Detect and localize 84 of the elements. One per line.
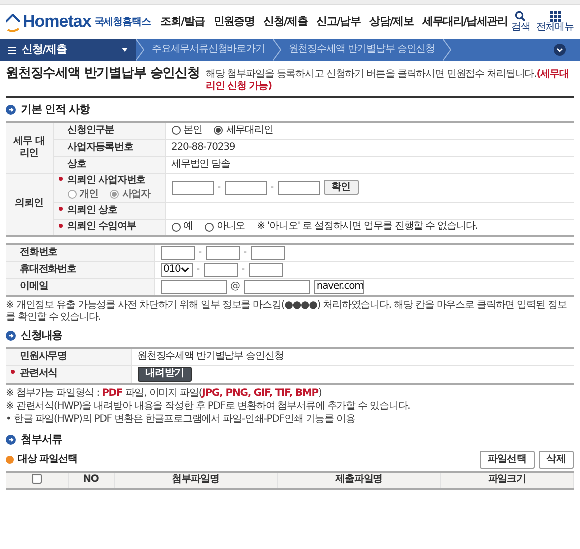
delete-button[interactable]: 삭제 [538, 450, 574, 468]
page-description: 해당 첨부파일을 등록하시고 신청하기 버튼을 클릭하시면 민원접수 처리됩니다.(세무대리인 신청 가능) [206, 69, 570, 93]
separator-text: - [244, 247, 247, 259]
section-title: 기본 인적 사항 [21, 104, 90, 116]
info-note: ※ 관련서식(HWP)을 내려받아 내용을 작성한 후 PDF로 변환하여 첨부서류에 추가할 수 있습니다. [6, 400, 412, 412]
dropdown[interactable]: 010 [160, 263, 192, 277]
field-value: 세무법인 담솔 [172, 158, 230, 170]
arrow-circle-icon [6, 331, 16, 341]
at-sign: @ [230, 281, 240, 293]
row-label: 의뢰인 수임여부 [68, 221, 136, 232]
column-header: NO [83, 474, 99, 485]
separator-text: - [196, 264, 200, 276]
menu-icon [8, 46, 16, 54]
text-field[interactable] [160, 280, 226, 294]
confirm-button[interactable]: 확인 [324, 180, 359, 195]
row-label: 의뢰인 상호 [68, 204, 118, 216]
select-file-button[interactable]: 파일선택 [480, 450, 535, 468]
radio-option[interactable]: 본인 [172, 124, 202, 137]
download-button[interactable]: 내려받기 [138, 366, 192, 382]
expand-icon[interactable] [554, 44, 566, 56]
dropdown[interactable]: naver.com [314, 280, 364, 294]
text-field[interactable] [160, 246, 194, 260]
nav-item[interactable]: 상담/제보 [370, 16, 414, 28]
nav-item[interactable]: 조회/발급 [160, 16, 205, 28]
chevron-icon [136, 39, 144, 61]
row-label: 관련서식 [20, 368, 58, 379]
info-note: ※ 첨부가능 파일형식 : PDF 파일, 이미지 파일(JPG, PNG, GIF, TIF, BMP) [6, 388, 323, 400]
column-header: 파일크기 [488, 474, 526, 485]
radio-option[interactable]: 아니오 [204, 221, 246, 234]
caret-icon [122, 48, 128, 52]
home-logo[interactable]: Hometax 국세청홈택스 [6, 12, 151, 32]
search-icon [515, 10, 526, 22]
separator-text: - [198, 247, 202, 259]
arrow-circle-icon [6, 105, 16, 115]
search-button[interactable]: 검색 [512, 10, 530, 34]
text-field[interactable] [206, 246, 240, 260]
text-field[interactable] [224, 180, 267, 194]
chevron-icon [442, 39, 451, 61]
radio-option[interactable]: 예 [172, 221, 193, 234]
nav-item[interactable]: 세무대리/납세관리 [422, 16, 508, 28]
row-label: 상호 [68, 158, 86, 170]
privacy-note: ※ 개인정보 유출 가능성를 사전 차단하기 위해 일부 정보를 마스킹(●●●●) 처리하였습니다. 해당 칸을 마우스로 클릭하면 입력된 정보를 확인할 수 있습니다. [6, 300, 568, 324]
text-field[interactable] [244, 280, 310, 294]
group-label: 의뢰인 [15, 198, 44, 210]
text-field[interactable] [204, 263, 238, 277]
column-header: 제출파일명 [336, 474, 383, 485]
row-label: 민원사무명 [20, 350, 68, 362]
row-label: 신청인구분 [68, 124, 115, 136]
checkbox[interactable] [32, 474, 42, 484]
row-label: 전화번호 [20, 247, 58, 258]
group-label: 세무 대리인 [14, 136, 45, 159]
subsection-title: 대상 파일선택 [18, 454, 78, 466]
separator-text: - [270, 182, 274, 194]
breadcrumb-item[interactable]: 원천징수세액 반기별납부 승인신청 [280, 44, 443, 56]
menu-button[interactable]: 전체메뉴 [536, 10, 574, 34]
text-field[interactable] [172, 180, 214, 194]
text-field[interactable] [278, 180, 320, 194]
info-note: • 한글 파일(HWP)의 PDF 변환은 한글프로그램에서 파일-인쇄-PDF인쇄 기능를 이용 [6, 414, 356, 426]
separator-text: - [242, 264, 245, 276]
chevron-icon [272, 39, 281, 61]
nav-item[interactable]: 신청/제출 [264, 16, 308, 28]
breadcrumb-item[interactable]: 주요세무서류신청바로가기 [144, 44, 273, 56]
radio-option[interactable]: 세무대리인 [214, 124, 274, 137]
page-title: 원천징수세액 반기별납부 승인신청 [6, 68, 200, 80]
grid-icon [550, 10, 561, 22]
arrow-circle-icon [6, 434, 16, 444]
section-title: 첨부서류 [21, 434, 63, 446]
text-field[interactable] [250, 246, 285, 260]
bullet-icon [6, 456, 14, 464]
field-value: 원천징수세액 반기별납부 승인신청 [138, 350, 284, 362]
caret-icon [180, 267, 190, 273]
row-label: 이메일 [20, 281, 48, 292]
column-header: 첨부파일명 [172, 474, 220, 485]
text-field[interactable] [248, 263, 283, 277]
row-label: 휴대전화번호 [20, 264, 76, 275]
section-title: 신청내용 [21, 330, 63, 342]
row-label: 의뢰인 사업자번호 [68, 174, 146, 186]
row-label: 사업자등록번호 [68, 142, 134, 152]
nav-item[interactable]: 신고/납부 [316, 16, 361, 28]
separator-text: - [218, 182, 221, 194]
field-value: 220-88-70239 [172, 142, 236, 152]
warning-note: ※ '아니오' 로 설정하시면 업무를 진행할 수 없습니다. [257, 221, 478, 234]
menu-dropdown[interactable]: 신청/제출 [0, 39, 136, 61]
nav-item[interactable]: 민원증명 [214, 16, 255, 28]
